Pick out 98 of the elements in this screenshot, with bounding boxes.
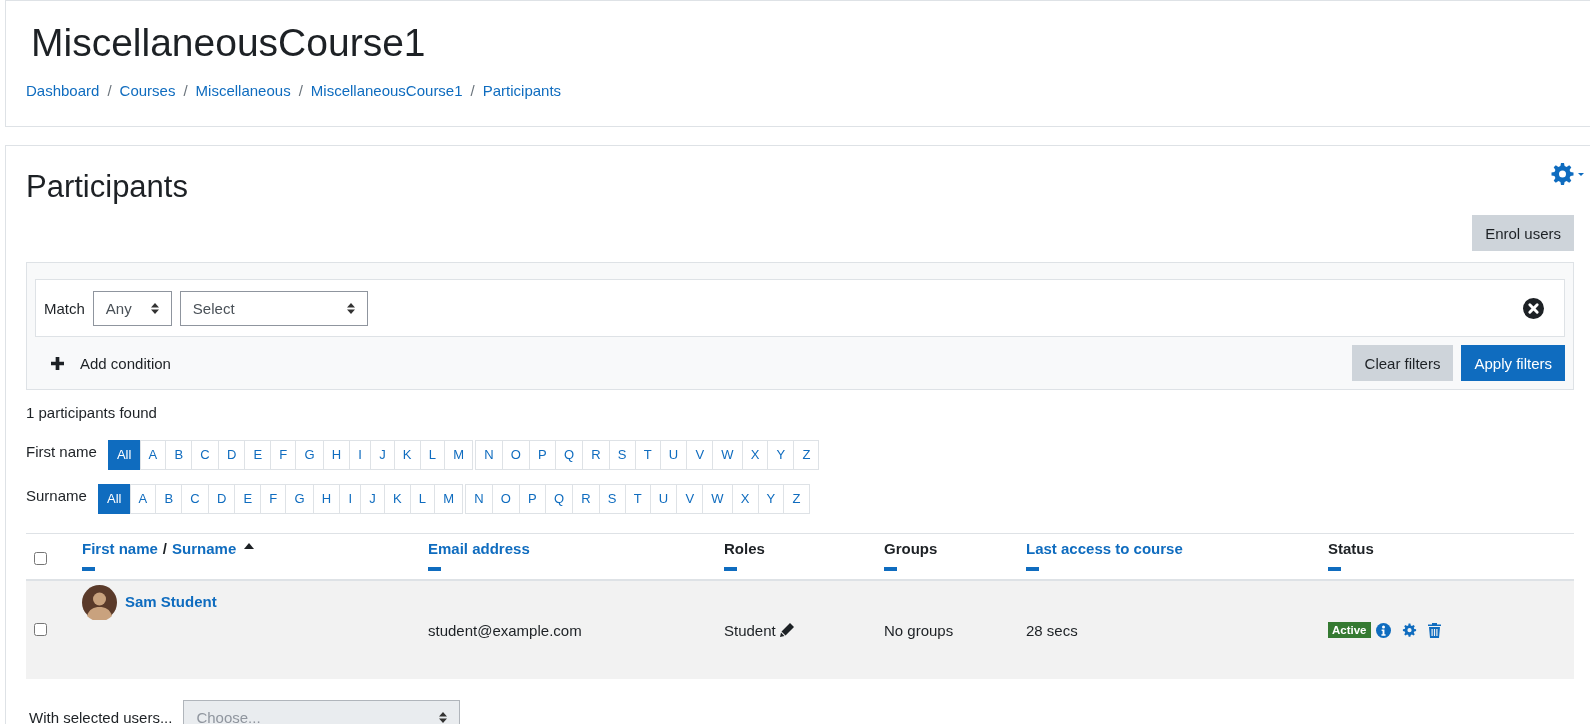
initial-letter-button[interactable]: U [659,440,688,470]
row-checkbox[interactable] [34,622,47,636]
role-cell: Student [724,621,776,639]
initial-letter-button[interactable]: O [501,440,530,470]
initial-letter-button[interactable]: T [624,484,651,514]
avatar-icon [82,585,117,620]
breadcrumb-link[interactable]: Participants [482,82,562,99]
initial-letter-button[interactable]: D [217,440,246,470]
initial-letter-button[interactable]: M [444,440,474,470]
trash-icon[interactable] [1427,622,1441,638]
initials-label: First name [26,442,97,462]
initial-letter-button[interactable]: N [475,440,503,470]
initial-letter-button[interactable]: U [649,484,678,514]
initial-letter-button[interactable]: Z [793,440,820,470]
initial-letter-button[interactable]: M [434,484,464,514]
initial-letter-button[interactable]: Y [767,440,795,470]
course-title: MiscellaneousCourse1 [31,21,427,65]
breadcrumb-link[interactable]: Dashboard [26,82,100,99]
initial-letter-button[interactable]: V [676,484,704,514]
initial-letter-button[interactable]: B [155,484,183,514]
initial-letter-button[interactable]: K [383,484,411,514]
initial-letter-button[interactable]: N [465,484,493,514]
initial-letter-button[interactable]: All [107,440,141,470]
column-sort-link[interactable]: Email address [428,540,530,557]
initial-letter-button[interactable]: I [339,484,362,514]
select-all-checkbox[interactable] [34,552,47,565]
breadcrumb-separator: / [298,82,303,99]
initial-letter-button[interactable]: C [181,484,209,514]
breadcrumb-link[interactable]: Courses [119,82,176,99]
status-badge: Active [1328,622,1371,638]
breadcrumb-separator: / [107,82,112,99]
bulk-action-label: With selected users... [29,709,173,724]
add-condition-button[interactable]: Add condition [35,345,179,381]
gear-icon[interactable] [1401,622,1417,638]
initial-letter-button[interactable]: W [712,440,743,470]
initial-letter-button[interactable]: F [260,484,287,514]
column-heading: Status [1328,540,1374,557]
remove-condition-icon[interactable] [1523,297,1544,319]
initial-letter-button[interactable]: S [608,440,636,470]
email-cell: student@example.com [428,621,582,639]
last-access-cell: 28 secs [1026,621,1078,639]
initial-letter-button[interactable]: B [165,440,193,470]
initial-letter-button[interactable]: X [731,484,759,514]
initial-letter-button[interactable]: Z [783,484,810,514]
breadcrumb-separator: / [183,82,188,99]
initial-letter-button[interactable]: E [244,440,272,470]
initial-letter-button[interactable]: R [582,440,610,470]
participants-count: 1 participants found [26,403,158,423]
breadcrumb-link[interactable]: MiscellaneousCourse1 [310,82,463,99]
initial-letter-button[interactable]: O [491,484,520,514]
initial-letter-button[interactable]: G [295,440,324,470]
enrol-users-button[interactable]: Enrol users [1472,215,1574,251]
initial-letter-button[interactable]: T [634,440,661,470]
column-heading: Roles [724,540,765,557]
initial-letter-button[interactable]: All [97,484,131,514]
groups-cell: No groups [884,621,954,639]
initial-letter-button[interactable]: W [702,484,733,514]
page-title: Participants [26,169,188,205]
dropdown-arrows-icon [439,712,448,723]
initial-letter-button[interactable]: C [191,440,219,470]
header-separator: / [162,540,168,557]
clear-filters-button[interactable]: Clear filters [1351,345,1454,381]
initial-letter-button[interactable]: F [270,440,297,470]
settings-menu-button[interactable] [1550,162,1584,186]
breadcrumb-link[interactable]: Miscellaneous [195,82,291,99]
initial-letter-button[interactable]: E [234,484,262,514]
column-sort-link[interactable]: Surname [172,540,237,557]
initial-letter-button[interactable]: L [409,484,436,514]
initial-letter-button[interactable]: P [528,440,556,470]
initial-letter-button[interactable]: L [419,440,446,470]
initial-letter-button[interactable]: P [519,484,546,514]
initial-letter-button[interactable]: V [686,440,714,470]
dropdown-arrows-icon [150,302,159,314]
user-name-link[interactable]: Sam Student [125,593,217,610]
column-heading: Groups [884,540,938,557]
initial-letter-button[interactable]: S [598,484,626,514]
match-select[interactable]: Any [92,290,172,326]
breadcrumb-separator: / [470,82,475,99]
dropdown-arrows-icon [346,302,355,314]
initial-letter-button[interactable]: R [572,484,600,514]
filter-type-select[interactable]: Select [179,290,368,326]
initials-label: Surname [26,486,87,506]
plus-icon [51,356,64,370]
initial-letter-button[interactable]: J [360,484,385,514]
column-sort-link[interactable]: First name [82,540,158,557]
initial-letter-button[interactable]: H [322,440,351,470]
initial-letter-button[interactable]: J [370,440,395,470]
initial-letter-button[interactable]: K [393,440,421,470]
column-sort-link[interactable]: Last access to course [1026,540,1183,557]
apply-filters-button[interactable]: Apply filters [1461,345,1565,381]
match-label: Match [44,299,85,317]
initial-letter-button[interactable]: G [285,484,314,514]
sort-ascending-icon[interactable] [244,543,255,549]
initial-letter-button[interactable]: H [312,484,341,514]
pencil-icon[interactable] [779,622,794,637]
initial-letter-button[interactable]: D [207,484,236,514]
initial-letter-button[interactable]: I [349,440,372,470]
info-icon[interactable] [1375,622,1391,638]
